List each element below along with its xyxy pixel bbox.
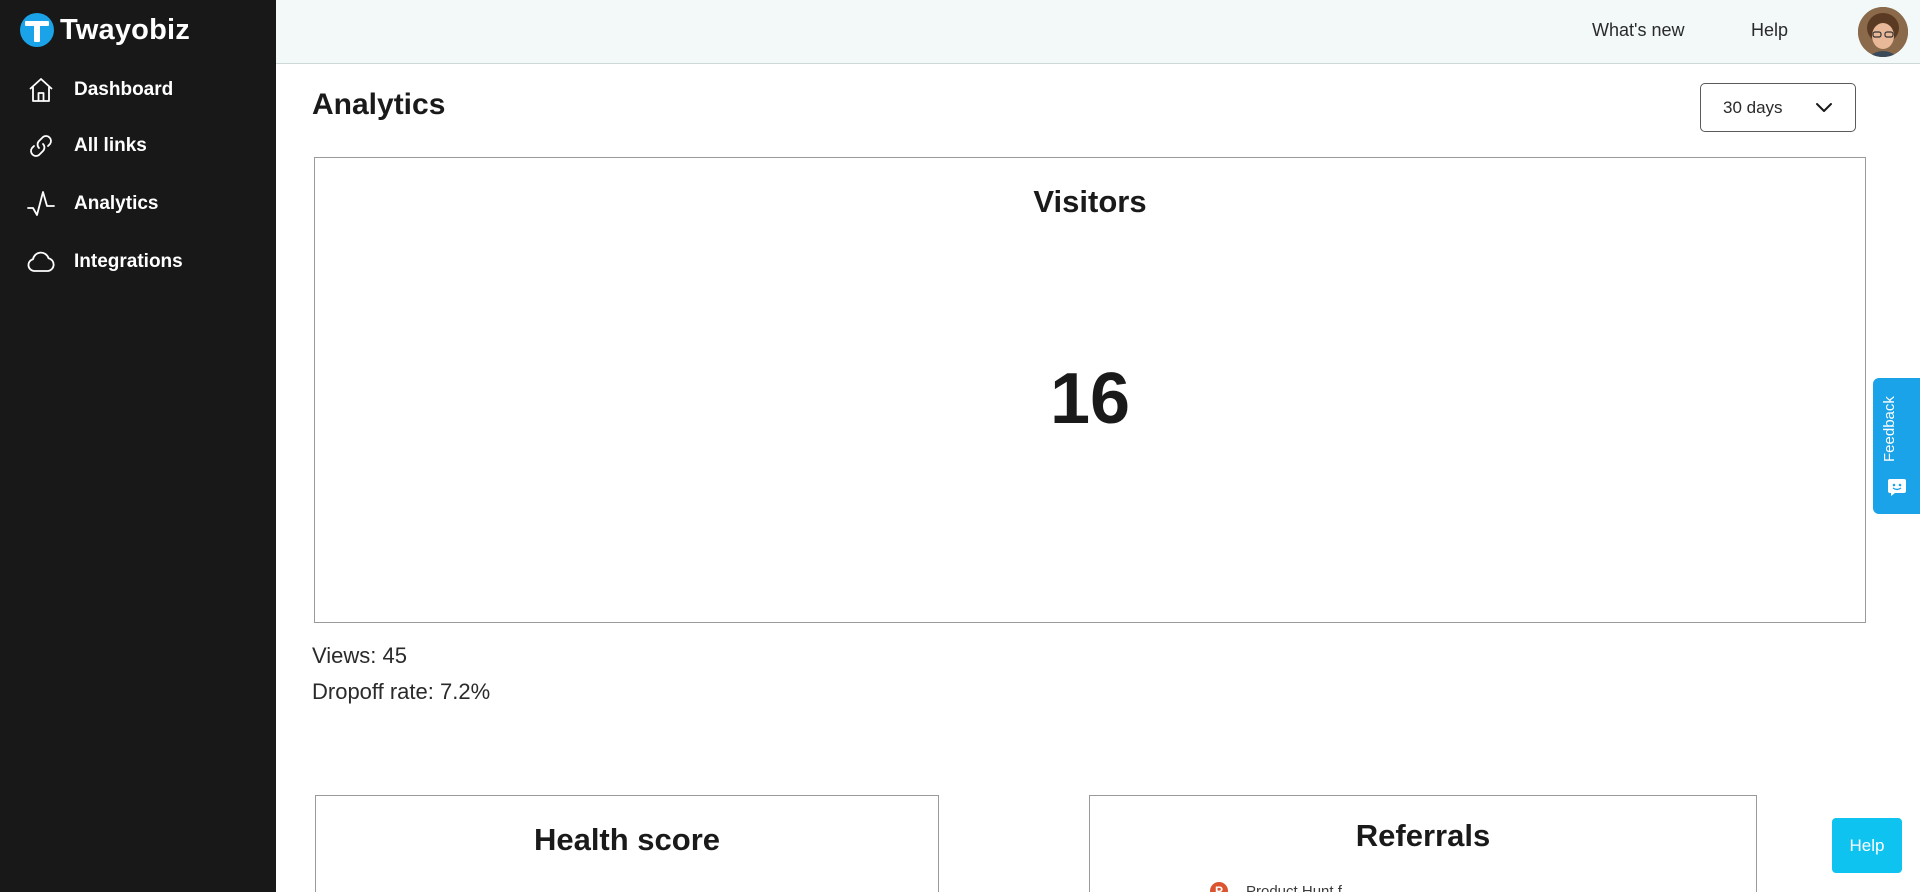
- referral-label: Product Hunt f...: [1246, 882, 1355, 892]
- sidebar: Twayobiz Dashboard All links Analytics I…: [0, 0, 276, 892]
- help-button[interactable]: Help: [1832, 818, 1902, 873]
- feedback-tab[interactable]: Feedback: [1873, 378, 1920, 514]
- dropoff-stat: Dropoff rate: 7.2%: [312, 679, 491, 704]
- date-range-value: 30 days: [1723, 97, 1783, 117]
- help-link[interactable]: Help: [1751, 20, 1788, 41]
- referrals-card: Referrals P Product Hunt f...: [1089, 795, 1757, 892]
- home-icon: [26, 75, 56, 105]
- visitors-value: 16: [1049, 359, 1131, 439]
- whats-new-link[interactable]: What's new: [1592, 20, 1684, 41]
- sidebar-item-dashboard[interactable]: Dashboard: [26, 72, 173, 108]
- sidebar-item-integrations[interactable]: Integrations: [26, 244, 183, 280]
- sidebar-item-analytics[interactable]: Analytics: [26, 186, 158, 222]
- sidebar-item-all-links[interactable]: All links: [26, 128, 147, 164]
- brand-name: Twayobiz: [60, 13, 190, 46]
- views-stat: Views: 45: [312, 643, 407, 668]
- feedback-label: Feedback: [1881, 396, 1898, 462]
- sidebar-item-label: Integrations: [74, 251, 183, 272]
- sidebar-item-label: All links: [74, 135, 147, 156]
- visitors-title: Visitors: [1033, 184, 1147, 219]
- referrals-title: Referrals: [1355, 818, 1491, 853]
- sidebar-item-label: Analytics: [74, 193, 159, 214]
- sidebar-item-label: Dashboard: [74, 79, 174, 100]
- link-icon: [26, 131, 56, 161]
- visitors-card: Visitors 16: [314, 157, 1866, 623]
- date-range-select[interactable]: 30 days: [1700, 83, 1856, 132]
- cloud-icon: [26, 247, 56, 277]
- activity-icon: [26, 189, 56, 219]
- referral-item[interactable]: P Product Hunt f...: [1210, 882, 1354, 892]
- product-hunt-icon: P: [1210, 882, 1228, 892]
- brand[interactable]: Twayobiz: [20, 13, 190, 47]
- chevron-down-icon: [1815, 100, 1833, 121]
- health-score-card: Health score: [315, 795, 939, 892]
- page-title: Analytics: [312, 88, 446, 121]
- health-score-title: Health score: [533, 822, 721, 857]
- chat-smile-icon: [1887, 477, 1907, 502]
- brand-logo: [20, 13, 54, 47]
- topbar: What's new Help: [276, 0, 1920, 64]
- avatar[interactable]: [1858, 7, 1908, 57]
